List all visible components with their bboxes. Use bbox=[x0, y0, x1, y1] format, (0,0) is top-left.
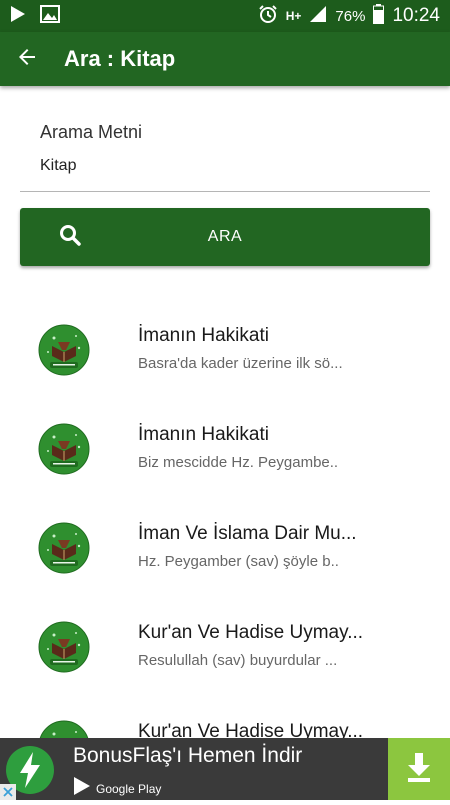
result-subtitle: Basra'da kader üzerine ilk sö... bbox=[138, 355, 343, 372]
results-list: İmanın Hakikati Basra'da kader üzerine i… bbox=[0, 300, 450, 795]
search-button-label: ARA bbox=[207, 228, 243, 245]
play-notification-icon bbox=[10, 5, 26, 28]
ad-close-icon[interactable] bbox=[0, 784, 16, 805]
result-subtitle: Resulullah (sav) buyurdular ... bbox=[138, 652, 338, 669]
download-icon bbox=[404, 751, 434, 788]
app-bar: Ara : Kitap bbox=[0, 32, 450, 86]
list-item[interactable]: İmanın Hakikati Basra'da kader üzerine i… bbox=[0, 300, 450, 399]
search-field-label: Arama Metni bbox=[40, 122, 143, 142]
signal-icon bbox=[309, 5, 327, 27]
list-item[interactable]: İmanın Hakikati Biz mescidde Hz. Peygamb… bbox=[0, 399, 450, 498]
result-title: İmanın Hakikati bbox=[138, 325, 269, 346]
image-notification-icon bbox=[40, 4, 60, 28]
book-logo-icon bbox=[38, 423, 90, 475]
network-type-label: H+ bbox=[285, 9, 302, 23]
page-title: Ara : Kitap bbox=[64, 46, 176, 71]
result-title: Kur'an Ve Hadise Uymay... bbox=[138, 622, 364, 643]
ad-title: BonusFlaş'ı Hemen İndir bbox=[73, 744, 303, 767]
search-icon bbox=[58, 223, 82, 252]
ad-banner[interactable]: BonusFlaş'ı Hemen İndir Google Play bbox=[0, 738, 450, 800]
back-button[interactable] bbox=[0, 32, 54, 86]
alarm-icon bbox=[258, 4, 278, 28]
status-bar: H+ 76% 10:24 bbox=[0, 0, 450, 32]
result-title: İman Ve İslama Dair Mu... bbox=[138, 523, 357, 544]
battery-icon bbox=[373, 4, 385, 28]
list-item[interactable]: İman Ve İslama Dair Mu... Hz. Peygamber … bbox=[0, 498, 450, 597]
store-label: Google Play bbox=[96, 781, 162, 796]
battery-percent: 76% bbox=[335, 7, 366, 25]
search-input[interactable] bbox=[20, 143, 430, 192]
google-play-icon bbox=[73, 776, 91, 801]
book-logo-icon bbox=[38, 621, 90, 673]
search-field-group: Arama Metni bbox=[20, 110, 430, 192]
result-title: İmanın Hakikati bbox=[138, 424, 269, 445]
google-play-badge: Google Play bbox=[73, 776, 161, 801]
clock: 10:24 bbox=[392, 5, 440, 26]
book-logo-icon bbox=[38, 522, 90, 574]
result-subtitle: Hz. Peygamber (sav) şöyle b.. bbox=[138, 553, 339, 570]
book-logo-icon bbox=[38, 324, 90, 376]
arrow-back-icon bbox=[15, 45, 39, 74]
result-subtitle: Biz mescidde Hz. Peygambe.. bbox=[138, 454, 339, 471]
download-button[interactable] bbox=[388, 738, 450, 800]
search-button[interactable]: ARA bbox=[20, 208, 430, 266]
list-item[interactable]: Kur'an Ve Hadise Uymay... Resulullah (sa… bbox=[0, 597, 450, 696]
